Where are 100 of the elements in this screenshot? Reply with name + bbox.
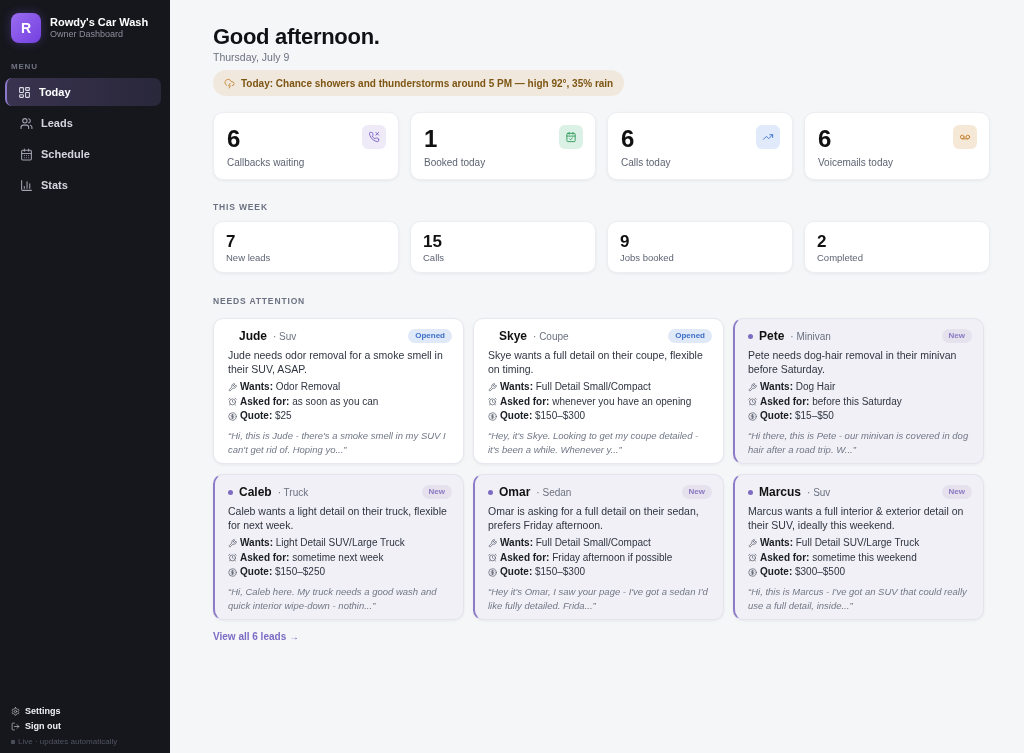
dollar-coin-icon	[228, 411, 237, 421]
weather-text: Today: Chance showers and thunderstorms around 5 PM — high 92°, 35% rain	[241, 77, 614, 89]
lead-name: Jude	[239, 329, 267, 343]
lead-detail: Quote: $15–$50	[760, 409, 834, 423]
dollar-coin-icon	[488, 567, 497, 577]
view-all-link[interactable]: View all 6 leads →	[213, 631, 299, 643]
stat-label: Booked today	[424, 156, 486, 169]
stat-label: Calls today	[621, 156, 671, 169]
message-preview: “Hi, this is Jude - there's a smoke smell in my SUV I can't get rid of. Hoping yo...”	[228, 428, 447, 457]
stat-value: 2	[817, 231, 827, 252]
date-text: Thursday, July 9	[213, 51, 290, 64]
status-badge: Opened	[668, 329, 712, 343]
lead-detail: Asked for: Friday afternoon if possible	[500, 550, 673, 565]
wrench-icon	[488, 538, 497, 548]
section-heading: THIS WEEK	[213, 202, 268, 212]
stat-value: 1	[424, 124, 438, 154]
vehicle-type: · Suv	[273, 330, 297, 342]
wrench-icon	[488, 382, 497, 392]
calendar-icon	[20, 147, 33, 161]
lead-summary: Jude needs odor removal for a smoke smell in their SUV, ASAP.	[228, 348, 444, 376]
lead-detail: Asked for: as soon as you can	[240, 394, 379, 409]
lead-detail: Asked for: whenever you have an opening	[500, 394, 692, 409]
wrench-icon	[748, 538, 757, 548]
dollar-coin-icon	[488, 411, 497, 421]
stat-value: 7	[226, 231, 236, 252]
lead-summary: Skye wants a full detail on their coupe, flexible on timing.	[488, 348, 704, 376]
trend-up-icon	[756, 125, 780, 149]
dollar-coin-icon	[748, 411, 757, 421]
stat-value: 15	[423, 231, 442, 252]
phone-x-icon	[362, 125, 386, 149]
sign-out-link[interactable]: Sign out	[11, 719, 61, 734]
dashboard-icon	[18, 85, 31, 99]
greeting-title: Good afternoon.	[213, 23, 380, 51]
nav-item[interactable]: Schedule	[5, 140, 161, 168]
message-preview: “Hi, Caleb here. My truck needs a good wash and quick interior wipe-down - nothin...”	[228, 584, 438, 613]
lead-detail: Asked for: sometime next week	[240, 550, 384, 565]
section-heading: NEEDS ATTENTION	[213, 296, 306, 306]
lead-summary: Pete needs dog-hair removal in their minivan before Saturday.	[748, 348, 958, 376]
lead-name: Pete	[759, 329, 785, 343]
lead-name: Skye	[499, 329, 528, 343]
lead-detail: Quote: $150–$300	[500, 565, 586, 579]
stat-value: 6	[818, 124, 832, 154]
lead-detail: Quote: $25	[240, 409, 292, 423]
stat-label: Voicemails today	[818, 156, 894, 169]
lead-name: Caleb	[239, 485, 272, 499]
lead-detail: Asked for: before this Saturday	[760, 394, 902, 409]
status-badge: New	[681, 485, 712, 499]
vehicle-type: · Suv	[807, 486, 831, 498]
lead-name: Omar	[499, 485, 531, 499]
lead-detail: Quote: $300–$500	[760, 565, 846, 579]
vehicle-type: · Coupe	[533, 330, 569, 342]
lead-detail: Quote: $150–$300	[500, 409, 586, 423]
lead-card[interactable]	[473, 474, 724, 620]
lead-summary: Marcus wants a full interior & exterior detail on their SUV, ideally this weekend.	[748, 504, 965, 532]
lead-card[interactable]	[213, 474, 464, 620]
stat-label: Completed	[817, 252, 863, 264]
bar-chart-icon	[20, 178, 33, 192]
lead-detail: Asked for: sometime this weekend	[760, 550, 917, 565]
voicemail-icon	[953, 125, 977, 149]
wrench-icon	[228, 382, 237, 392]
lead-summary: Omar is asking for a full detail on their sedan, prefers Friday afternoon.	[488, 504, 700, 532]
lead-detail: Wants: Full Detail SUV/Large Truck	[760, 536, 920, 550]
message-preview: “Hey it's Omar, I saw your page - I've got a sedan I'd like fully detailed. Frida...”	[488, 584, 709, 613]
nav-item[interactable]: Stats	[5, 171, 161, 199]
stat-value: 6	[227, 124, 241, 154]
users-icon	[20, 116, 33, 130]
lead-card[interactable]	[213, 318, 464, 464]
wrench-icon	[228, 538, 237, 548]
vehicle-type: · Sedan	[536, 486, 572, 498]
dollar-coin-icon	[748, 567, 757, 577]
stat-label: New leads	[226, 252, 271, 264]
lead-card[interactable]	[473, 318, 724, 464]
settings-icon	[11, 707, 20, 716]
wrench-icon	[748, 382, 757, 392]
lead-card[interactable]	[733, 474, 984, 620]
nav-item[interactable]: Leads	[5, 109, 161, 137]
message-preview: “Hey, it's Skye. Looking to get my coupe detailed - it's been a while. Whenever y...”	[488, 428, 700, 457]
lead-summary: Caleb wants a light detail on their truck, flexible for next week.	[228, 504, 448, 532]
lead-detail: Wants: Full Detail Small/Compact	[500, 536, 651, 550]
stat-label: Calls	[423, 252, 445, 264]
sign-out-icon	[11, 722, 20, 731]
message-preview: “Hi, this is Marcus - I've got an SUV that could really use a full detail, inside...”	[748, 584, 968, 613]
status-badge: New	[941, 329, 972, 343]
alarm-clock-icon	[488, 397, 497, 407]
cloud-lightning-icon	[224, 77, 235, 89]
alarm-clock-icon	[748, 397, 757, 407]
brand-logo: R	[11, 13, 41, 43]
lead-detail: Quote: $150–$250	[240, 565, 326, 579]
stat-label: Callbacks waiting	[227, 156, 305, 169]
settings-link[interactable]: Settings	[11, 704, 61, 719]
nav-item[interactable]: Today	[5, 78, 161, 106]
lead-card[interactable]	[733, 318, 984, 464]
menu-heading: MENU	[11, 62, 38, 72]
status-badge: New	[421, 485, 452, 499]
lead-detail: Wants: Dog Hair	[760, 380, 836, 394]
stat-label: Jobs booked	[620, 252, 674, 264]
alarm-clock-icon	[748, 553, 757, 563]
status-badge: New	[941, 485, 972, 499]
lead-detail: Wants: Light Detail SUV/Large Truck	[240, 536, 405, 550]
stat-value: 6	[621, 124, 635, 154]
